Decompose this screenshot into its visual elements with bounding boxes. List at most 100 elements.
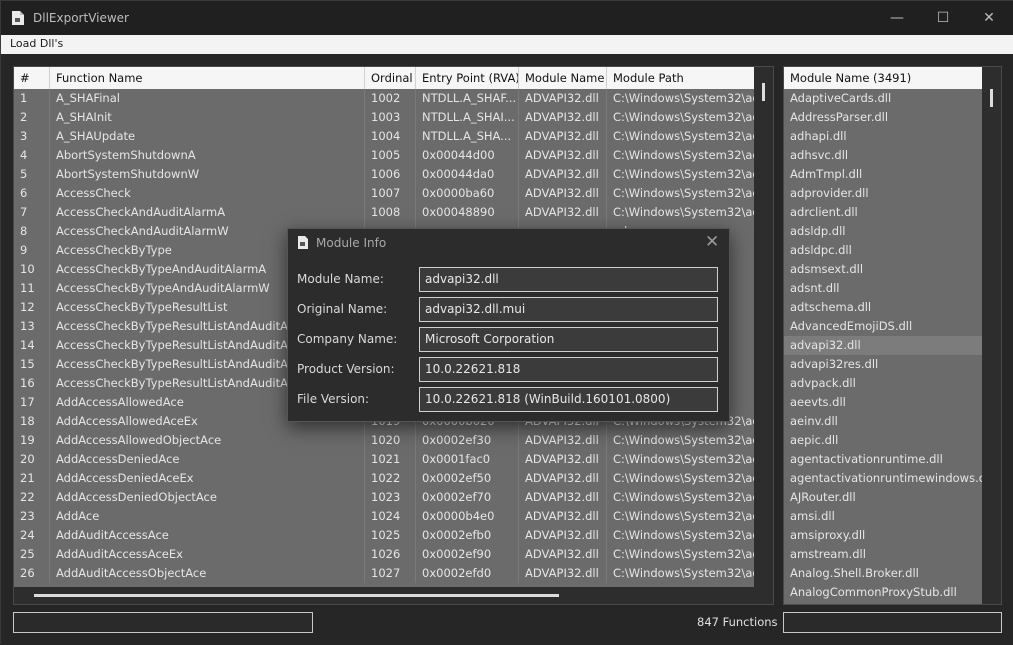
table-row[interactable]: 6 AccessCheck 1007 0x0000ba60 ADVAPI32.dll C:…: [14, 184, 754, 203]
cell-entry-point: 0x0002efd0: [416, 564, 519, 583]
list-item[interactable]: aeinv.dll: [784, 412, 983, 431]
grid-horizontal-scrollbar[interactable]: [14, 587, 773, 604]
menu-bar: Load Dll's: [1, 35, 1013, 54]
cell-module-name: ADVAPI32.dll: [519, 203, 607, 222]
field-company-name[interactable]: Microsoft Corporation: [419, 327, 718, 352]
list-item[interactable]: AddressParser.dll: [784, 108, 983, 127]
cell-module-path: C:\Windows\System32\adv: [613, 528, 754, 542]
list-item[interactable]: adprovider.dll: [784, 184, 983, 203]
cell-ordinal: 1025: [365, 526, 416, 545]
cell-function-name: AddAuditAccessAceEx: [50, 545, 365, 564]
list-item[interactable]: advpack.dll: [784, 374, 983, 393]
maximize-button[interactable]: ☐: [920, 1, 966, 35]
cell-function-name: AddAuditAccessAce: [50, 526, 365, 545]
dialog-close-icon[interactable]: ✕: [705, 232, 719, 252]
module-list-header[interactable]: Module Name (3491): [784, 67, 983, 89]
cell-index: 5: [14, 165, 50, 184]
list-item[interactable]: advapi32res.dll: [784, 355, 983, 374]
list-item[interactable]: amsiproxy.dll: [784, 526, 983, 545]
module-list[interactable]: Module Name (3491) AdaptiveCards.dll Addr…: [783, 66, 1002, 605]
list-item[interactable]: adsmsext.dll: [784, 260, 983, 279]
module-list-vertical-scrollbar[interactable]: [982, 67, 1001, 604]
cell-ordinal: 1002: [365, 89, 416, 108]
app-window: DllExportViewer — ☐ ✕ Load Dll's # Funct…: [0, 0, 1013, 645]
list-item[interactable]: advapi32.dll: [784, 336, 983, 355]
list-item[interactable]: AdaptiveCards.dll: [784, 89, 983, 108]
field-module-name[interactable]: advapi32.dll: [419, 267, 718, 292]
menu-load-dlls[interactable]: Load Dll's: [10, 37, 63, 50]
column-header-ordinal[interactable]: Ordinal: [365, 67, 416, 89]
label-module-name: Module Name:: [297, 272, 384, 286]
table-row[interactable]: 26 AddAuditAccessObjectAce 1027 0x0002efd0 A…: [14, 564, 754, 583]
table-row[interactable]: 24 AddAuditAccessAce 1025 0x0002efb0 ADVAPI3…: [14, 526, 754, 545]
cell-module-path: C:\Windows\System32\adv: [613, 547, 754, 561]
function-filter-input[interactable]: [13, 612, 313, 633]
cell-module-name: ADVAPI32.dll: [519, 89, 607, 108]
table-row[interactable]: 20 AddAccessDeniedAce 1021 0x0001fac0 ADVAPI…: [14, 450, 754, 469]
list-item[interactable]: amsi.dll: [784, 507, 983, 526]
list-item[interactable]: adsldp.dll: [784, 222, 983, 241]
field-file-version[interactable]: 10.0.22621.818 (WinBuild.160101.0800): [419, 387, 718, 412]
cell-module-name: ADVAPI32.dll: [519, 526, 607, 545]
list-item[interactable]: adsldpc.dll: [784, 241, 983, 260]
table-row[interactable]: 22 AddAccessDeniedObjectAce 1023 0x0002ef70…: [14, 488, 754, 507]
close-button[interactable]: ✕: [966, 1, 1012, 35]
list-item[interactable]: adhapi.dll: [784, 127, 983, 146]
table-row[interactable]: 19 AddAccessAllowedObjectAce 1020 0x0002ef3…: [14, 431, 754, 450]
module-list-scroll-thumb[interactable]: [990, 89, 993, 107]
cell-entry-point: 0x00044d00: [416, 146, 519, 165]
table-row[interactable]: 23 AddAce 1024 0x0000b4e0 ADVAPI32.dll C:\Win…: [14, 507, 754, 526]
cell-index: 13: [14, 317, 50, 336]
list-item[interactable]: agentactivationruntime.dll: [784, 450, 983, 469]
table-row[interactable]: 1 A_SHAFinal 1002 NTDLL.A_SHAF... ADVAPI32.d…: [14, 89, 754, 108]
table-row[interactable]: 3 A_SHAUpdate 1004 NTDLL.A_SHA... ADVAPI32.d…: [14, 127, 754, 146]
label-product-version: Product Version:: [297, 362, 395, 376]
list-item[interactable]: AJRouter.dll: [784, 488, 983, 507]
cell-module-path: C:\Windows\System32\adv: [613, 471, 754, 485]
table-row[interactable]: 4 AbortSystemShutdownA 1005 0x00044d00 ADVAP…: [14, 146, 754, 165]
cell-ordinal: 1006: [365, 165, 416, 184]
column-header-index[interactable]: #: [14, 67, 50, 89]
grid-vertical-scrollbar[interactable]: [754, 67, 773, 588]
cell-module-path: C:\Windows\System32\adv: [613, 167, 754, 181]
table-row[interactable]: 5 AbortSystemShutdownW 1006 0x00044da0 ADVAP…: [14, 165, 754, 184]
field-product-version[interactable]: 10.0.22621.818: [419, 357, 718, 382]
list-item[interactable]: adhsvc.dll: [784, 146, 983, 165]
table-row[interactable]: 7 AccessCheckAndAuditAlarmA 1008 0x00048890…: [14, 203, 754, 222]
cell-module-path: C:\Windows\System32\adv: [613, 205, 754, 219]
cell-entry-point: NTDLL.A_SHAI...: [416, 108, 519, 127]
dialog-app-icon: [298, 236, 308, 249]
list-item[interactable]: AdmTmpl.dll: [784, 165, 983, 184]
list-item[interactable]: agentactivationruntimewindows.dll: [784, 469, 983, 488]
cell-module-path: C:\Windows\System32\adv: [613, 110, 754, 124]
table-row[interactable]: 25 AddAuditAccessAceEx 1026 0x0002ef90 ADVAP…: [14, 545, 754, 564]
list-item[interactable]: adrclient.dll: [784, 203, 983, 222]
column-header-module-name[interactable]: Module Name: [519, 67, 607, 89]
table-row[interactable]: 2 A_SHAInit 1003 NTDLL.A_SHAI... ADVAPI32.dl…: [14, 108, 754, 127]
cell-entry-point: NTDLL.A_SHAF...: [416, 89, 519, 108]
list-item[interactable]: amstream.dll: [784, 545, 983, 564]
cell-function-name: AddAccessDeniedObjectAce: [50, 488, 365, 507]
cell-index: 3: [14, 127, 50, 146]
grid-vertical-scroll-thumb[interactable]: [762, 83, 765, 101]
list-item[interactable]: Analog.Shell.Broker.dll: [784, 564, 983, 583]
list-item[interactable]: aepic.dll: [784, 431, 983, 450]
list-item[interactable]: AnalogCommonProxyStub.dll: [784, 583, 983, 602]
column-header-module-path[interactable]: Module Path: [607, 67, 754, 89]
module-list-items: AdaptiveCards.dll AddressParser.dll adhapi…: [784, 89, 983, 602]
list-item[interactable]: adtschema.dll: [784, 298, 983, 317]
cell-function-name: A_SHAInit: [50, 108, 365, 127]
field-original-name[interactable]: advapi32.dll.mui: [419, 297, 718, 322]
grid-horizontal-scroll-thumb[interactable]: [34, 594, 559, 597]
dialog-row-product-version: Product Version: 10.0.22621.818: [288, 357, 729, 383]
minimize-button[interactable]: —: [874, 1, 920, 35]
table-row[interactable]: 21 AddAccessDeniedAceEx 1022 0x0002ef50 ADVA…: [14, 469, 754, 488]
module-filter-input[interactable]: [783, 612, 1002, 633]
list-item[interactable]: AdvancedEmojiDS.dll: [784, 317, 983, 336]
column-header-entry-point[interactable]: Entry Point (RVA): [416, 67, 519, 89]
column-header-function-name[interactable]: Function Name: [50, 67, 365, 89]
close-icon: ✕: [983, 10, 995, 26]
cell-function-name: AddAccessDeniedAceEx: [50, 469, 365, 488]
list-item[interactable]: aeevts.dll: [784, 393, 983, 412]
list-item[interactable]: adsnt.dll: [784, 279, 983, 298]
